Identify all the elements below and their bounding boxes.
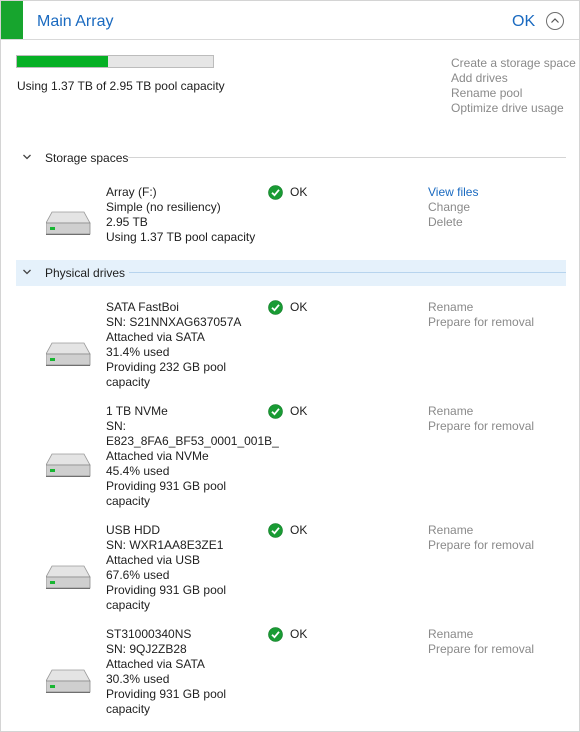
pool-usage-bar [16, 55, 214, 68]
green-check-circle-icon [268, 300, 283, 315]
chevron-down-icon [23, 154, 31, 160]
drive-capacity-cont: capacity [106, 702, 151, 716]
drive-name: USB HDD [106, 523, 161, 537]
hard-drive-icon [46, 565, 91, 589]
drive-serial: E823_8FA6_BF53_0001_001B_ [106, 434, 279, 448]
prepare-for-removal-link[interactable]: Prepare for removal [428, 419, 568, 434]
storage-space-details: Array (F:) Simple (no resiliency) 2.95 T… [106, 185, 266, 245]
prepare-for-removal-link[interactable]: Prepare for removal [428, 538, 568, 553]
drive-actions: Rename Prepare for removal [428, 404, 568, 434]
drive-connection: Attached via SATA [106, 657, 205, 671]
storage-space-name: Array (F:) [106, 185, 157, 199]
pool-usage-text: Using 1.37 TB of 2.95 TB pool capacity [17, 79, 225, 93]
drive-usage: 67.6% used [106, 568, 170, 582]
drive-name: ST31000340NS [106, 627, 192, 641]
green-check-circle-icon [268, 523, 283, 538]
delete-link[interactable]: Delete [428, 215, 568, 230]
hard-drive-icon [46, 211, 91, 235]
drive-details: ST31000340NS SN: 9QJ2ZB28 Attached via S… [106, 627, 266, 717]
prepare-for-removal-link[interactable]: Prepare for removal [428, 315, 568, 330]
storage-space-actions: View files Change Delete [428, 185, 568, 230]
drive-capacity-cont: capacity [106, 494, 151, 508]
drive-actions: Rename Prepare for removal [428, 300, 568, 330]
prepare-for-removal-link[interactable]: Prepare for removal [428, 642, 568, 657]
status-text: OK [290, 404, 308, 418]
drive-actions: Rename Prepare for removal [428, 627, 568, 657]
collapse-button[interactable] [546, 12, 564, 30]
section-divider [129, 272, 566, 273]
rename-pool-link[interactable]: Rename pool [451, 86, 576, 101]
drive-capacity: Providing 931 GB pool [106, 479, 227, 493]
drive-capacity: Providing 931 GB pool [106, 583, 227, 597]
storage-space-size: 2.95 TB [106, 215, 148, 229]
drive-capacity-cont: capacity [106, 375, 151, 389]
drive-connection: Attached via SATA [106, 330, 205, 344]
green-check-circle-icon [268, 404, 283, 419]
storage-spaces-section-header[interactable]: Storage spaces [16, 145, 566, 171]
storage-pool-panel: Main Array OK Using 1.37 TB of 2.95 TB p… [0, 0, 580, 732]
drive-usage: 31.4% used [106, 345, 170, 359]
drive-usage: 45.4% used [106, 464, 170, 478]
optimize-drive-usage-link[interactable]: Optimize drive usage [451, 101, 576, 116]
status-text: OK [290, 523, 308, 537]
pool-header: Main Array OK [1, 1, 579, 40]
rename-drive-link[interactable]: Rename [428, 404, 568, 419]
section-label: Physical drives [45, 266, 126, 280]
drive-serial: SN: S21NNXAG637057A [106, 315, 242, 329]
pool-actions: Create a storage space Add drives Rename… [451, 56, 576, 116]
hard-drive-icon [46, 669, 91, 693]
add-drives-link[interactable]: Add drives [451, 71, 576, 86]
drive-connection: Attached via USB [106, 553, 201, 567]
drive-serial-label: SN: [106, 419, 127, 433]
drive-serial: SN: WXR1AA8E3ZE1 [106, 538, 224, 552]
drive-details: 1 TB NVMe SN: E823_8FA6_BF53_0001_001B_ … [106, 404, 279, 509]
storage-space-usage: Using 1.37 TB pool capacity [106, 230, 256, 244]
drive-capacity-cont: capacity [106, 598, 151, 612]
pool-status: OK [512, 13, 536, 30]
change-link[interactable]: Change [428, 200, 568, 215]
rename-drive-link[interactable]: Rename [428, 300, 568, 315]
drive-actions: Rename Prepare for removal [428, 523, 568, 553]
section-divider [128, 157, 566, 158]
pool-title[interactable]: Main Array [37, 13, 113, 31]
drive-serial: SN: 9QJ2ZB28 [106, 642, 187, 656]
drive-capacity: Providing 232 GB pool [106, 360, 227, 374]
rename-drive-link[interactable]: Rename [428, 523, 568, 538]
chevron-down-icon [23, 269, 31, 275]
status-text: OK [290, 185, 308, 199]
hard-drive-icon [46, 342, 91, 366]
drive-details: USB HDD SN: WXR1AA8E3ZE1 Attached via US… [106, 523, 266, 613]
pool-health-stripe [1, 1, 23, 39]
green-check-circle-icon [268, 627, 283, 642]
green-check-circle-icon [268, 185, 283, 200]
hard-drive-icon [46, 453, 91, 477]
rename-drive-link[interactable]: Rename [428, 627, 568, 642]
drive-name: SATA FastBoi [106, 300, 179, 314]
pool-usage-fill [17, 56, 108, 67]
status-text: OK [290, 300, 308, 314]
drive-details: SATA FastBoi SN: S21NNXAG637057A Attache… [106, 300, 266, 390]
drive-capacity: Providing 931 GB pool [106, 687, 227, 701]
drive-connection: Attached via NVMe [106, 449, 209, 463]
create-storage-space-link[interactable]: Create a storage space [451, 56, 576, 71]
status-text: OK [290, 627, 308, 641]
chevron-up-icon [551, 18, 559, 23]
drive-usage: 30.3% used [106, 672, 170, 686]
physical-drives-section-header[interactable]: Physical drives [16, 260, 566, 286]
section-label: Storage spaces [45, 151, 129, 165]
view-files-link[interactable]: View files [428, 185, 568, 200]
storage-space-resiliency: Simple (no resiliency) [106, 200, 221, 214]
drive-name: 1 TB NVMe [106, 404, 168, 418]
